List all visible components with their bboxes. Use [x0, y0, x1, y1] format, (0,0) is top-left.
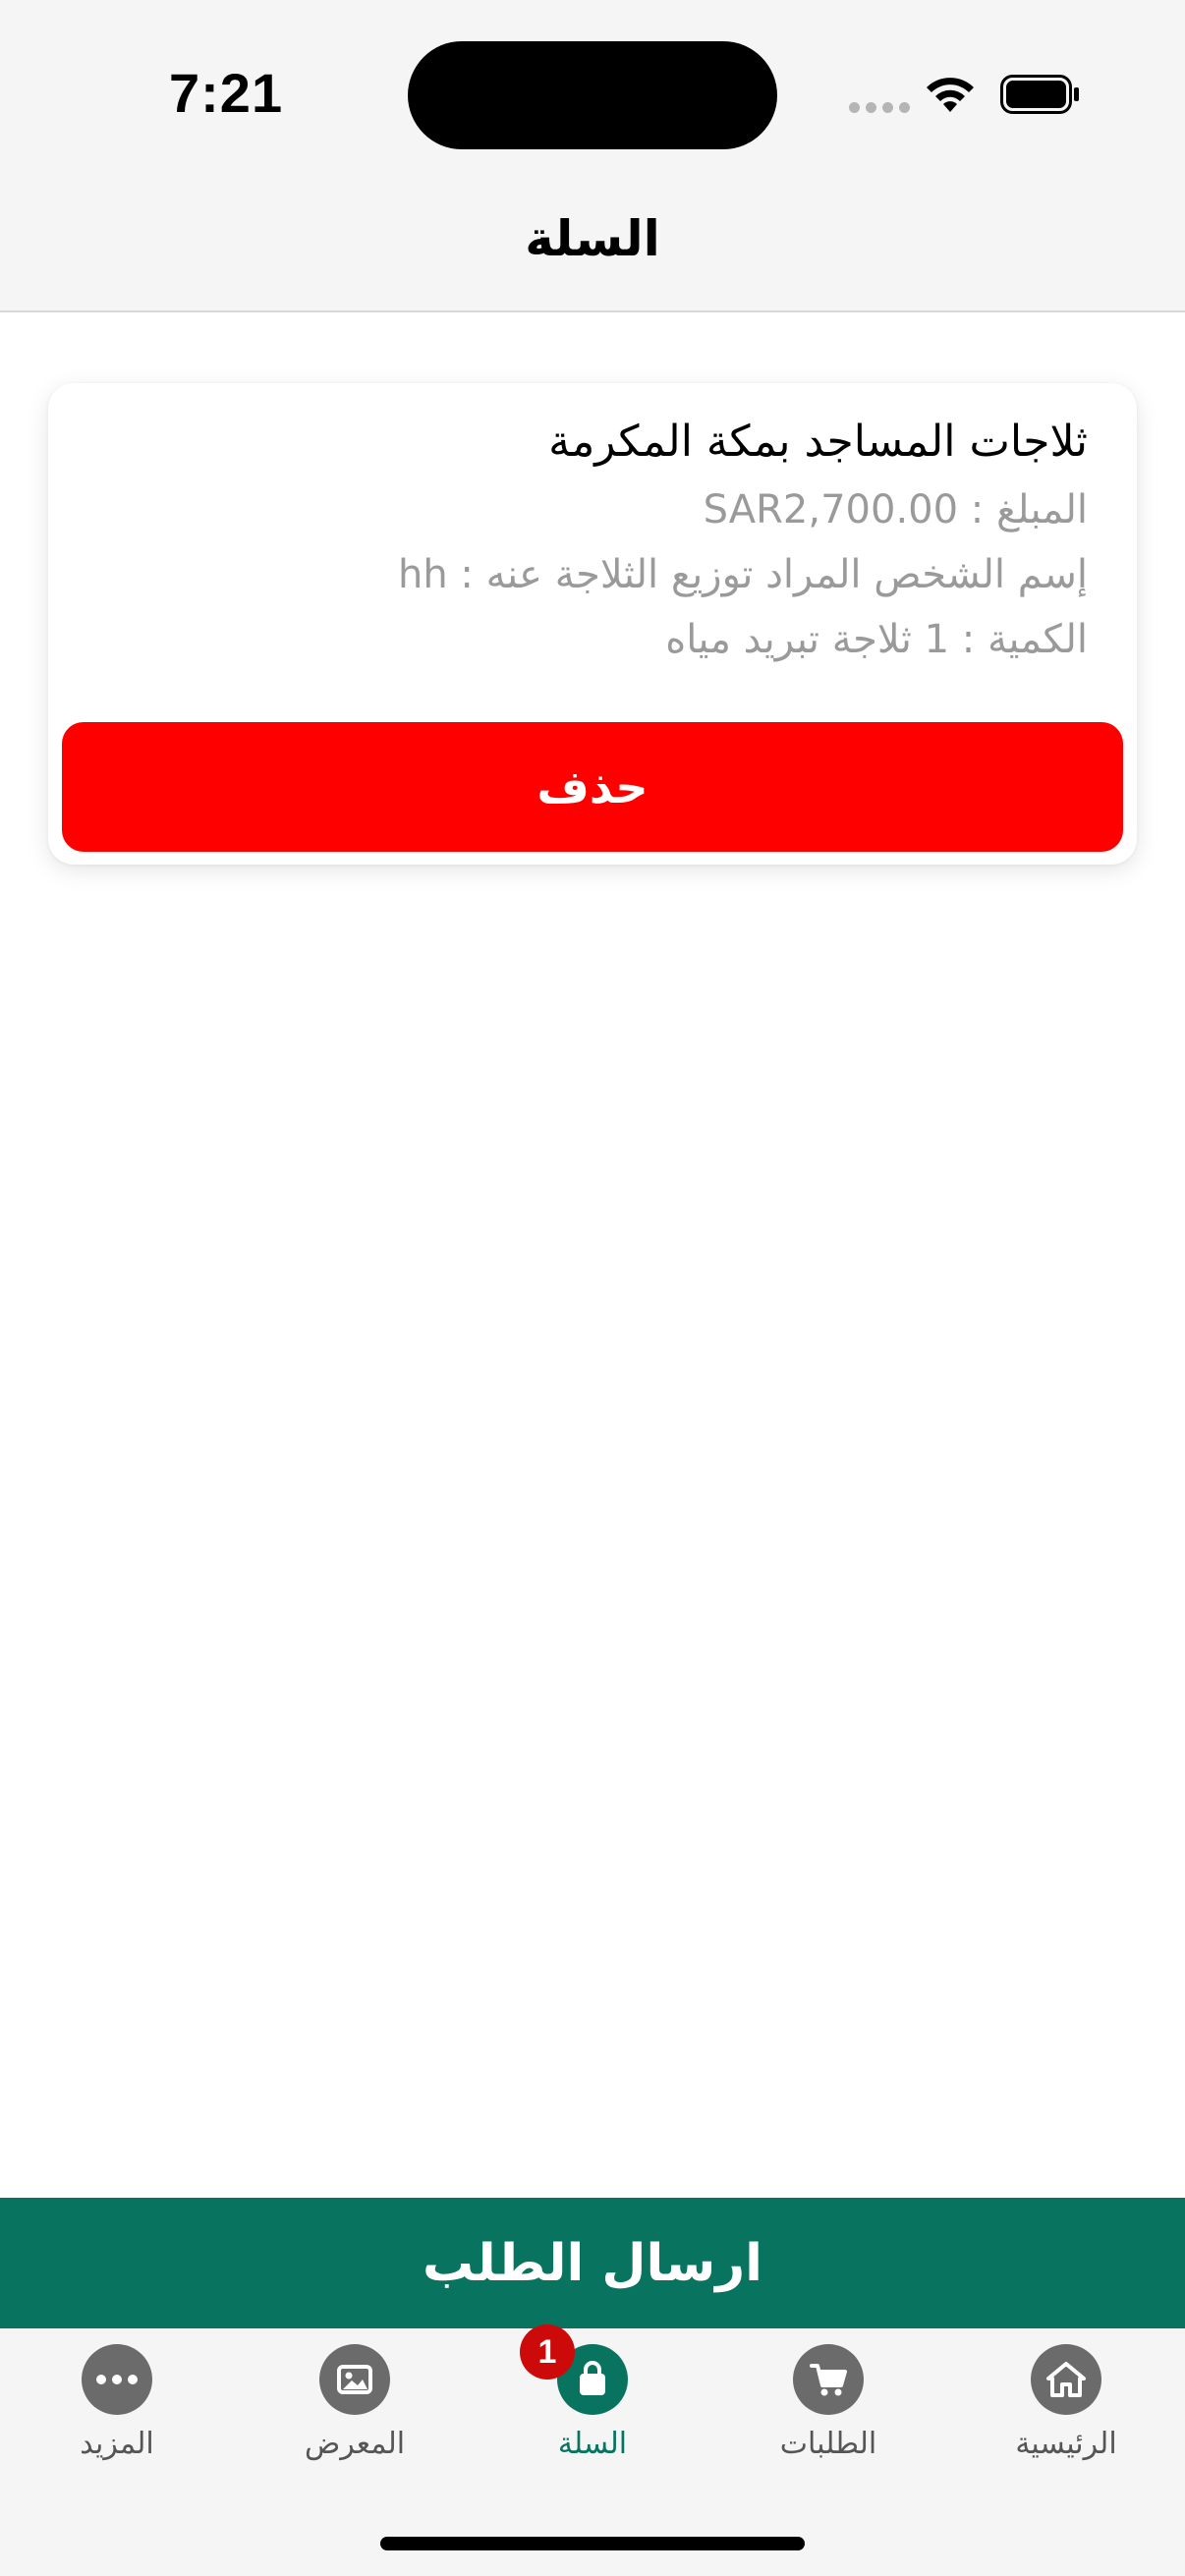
tab-home-label: الرئيسية — [1015, 2427, 1117, 2461]
tab-cart[interactable]: 1 السلة — [494, 2324, 691, 2492]
amount-label: المبلغ : — [958, 487, 1088, 532]
cart-item-amount: المبلغ : SAR2,700.00 — [95, 477, 1088, 542]
cart-item-person: إسم الشخص المراد توزيع الثلاجة عنه : hh — [95, 542, 1088, 607]
tab-orders[interactable]: الطلبات — [730, 2344, 927, 2492]
cart-count-badge: 1 — [520, 2324, 575, 2380]
cellular-signal-icon — [849, 102, 910, 113]
cart-icon — [793, 2344, 864, 2415]
dynamic-island — [408, 41, 777, 149]
cart-item-quantity: الكمية : 1 ثلاجة تبريد مياه — [665, 617, 1088, 662]
amount-value: SAR2,700.00 — [703, 487, 959, 532]
more-icon — [82, 2344, 152, 2415]
battery-icon — [1000, 75, 1079, 114]
status-time: 7:21 — [169, 62, 284, 124]
home-icon — [1031, 2344, 1101, 2415]
home-indicator[interactable] — [380, 2537, 805, 2550]
submit-order-label: ارسال الطلب — [423, 2233, 762, 2293]
bag-icon: 1 — [520, 2324, 628, 2415]
tab-more-label: المزيد — [80, 2427, 154, 2461]
tab-gallery[interactable]: المعرض — [256, 2344, 453, 2492]
image-icon — [319, 2344, 390, 2415]
tab-gallery-label: المعرض — [304, 2427, 406, 2461]
cart-item-title: ثلاجات المساجد بمكة المكرمة — [548, 417, 1088, 467]
navigation-header: 7:21 السلة — [0, 0, 1185, 312]
tab-cart-label: السلة — [557, 2427, 628, 2461]
delete-button[interactable]: حذف — [62, 722, 1123, 852]
wifi-icon — [927, 78, 974, 112]
cart-item-card: ثلاجات المساجد بمكة المكرمة المبلغ : SAR… — [48, 383, 1137, 865]
tab-home[interactable]: الرئيسية — [968, 2344, 1164, 2492]
person-label: إسم الشخص المراد توزيع الثلاجة عنه : — [447, 552, 1088, 597]
cart-item-details: ثلاجات المساجد بمكة المكرمة المبلغ : SAR… — [95, 413, 1088, 672]
submit-order-button[interactable]: ارسال الطلب — [0, 2198, 1185, 2328]
tab-more[interactable]: المزيد — [19, 2344, 215, 2492]
person-value: hh — [398, 552, 448, 597]
tab-orders-label: الطلبات — [779, 2427, 877, 2461]
page-title: السلة — [525, 210, 660, 267]
